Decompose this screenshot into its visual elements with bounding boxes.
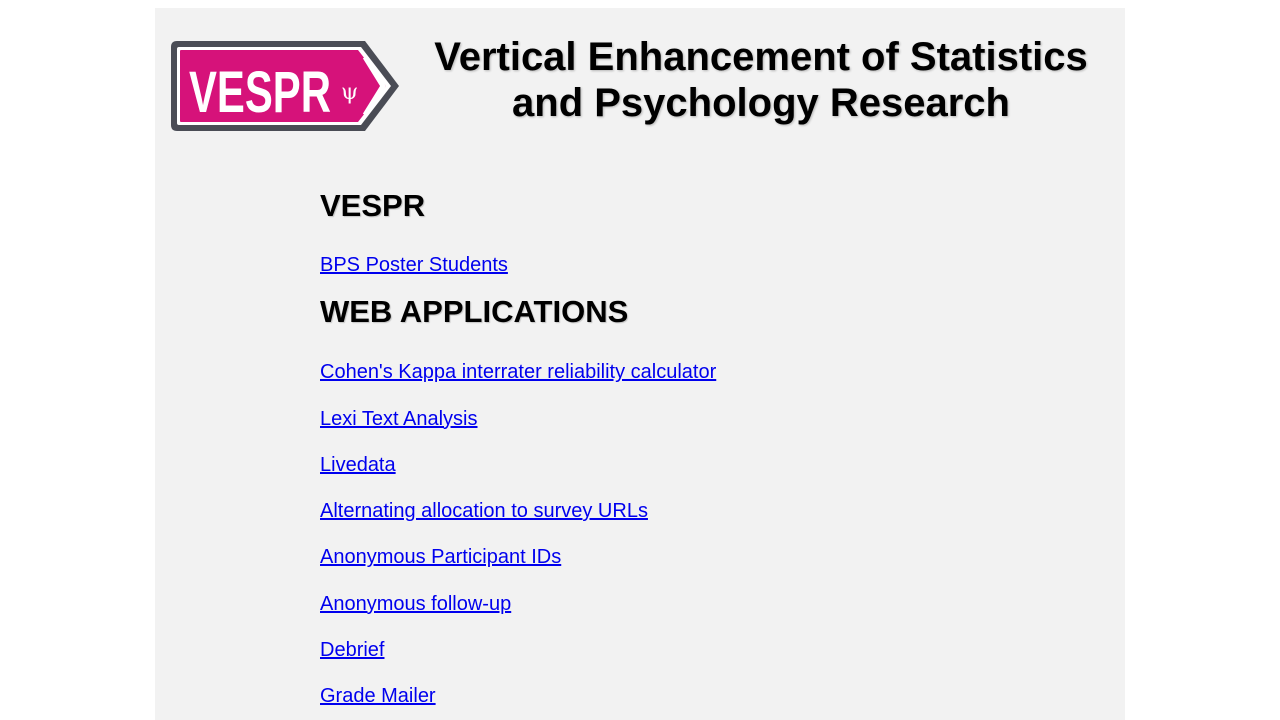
link-livedata[interactable]: Livedata	[320, 454, 396, 476]
list-item: Alternating allocation to survey URLs	[320, 498, 1080, 544]
list-item: Grade Mailer	[320, 683, 1080, 720]
vespr-logo[interactable]: VESPR ψ	[169, 39, 401, 133]
list-item: Lexi Text Analysis	[320, 406, 1080, 452]
section-heading-web-applications: WEB APPLICATIONS	[320, 294, 629, 330]
list-item: Debrief	[320, 637, 1080, 683]
link-anonymous-follow-up[interactable]: Anonymous follow-up	[320, 593, 511, 615]
section-heading-vespr: VESPR	[320, 188, 426, 223]
main-content: VESPR BPS Poster Students WEB APPLICATIO…	[320, 186, 1080, 720]
link-anonymous-participant-ids[interactable]: Anonymous Participant IDs	[320, 546, 561, 568]
link-bps-poster-students[interactable]: BPS Poster Students	[320, 254, 508, 276]
link-debrief[interactable]: Debrief	[320, 639, 384, 661]
web-applications-link-list: Cohen's Kappa interrater reliability cal…	[320, 359, 1080, 720]
link-cohens-kappa-calculator[interactable]: Cohen's Kappa interrater reliability cal…	[320, 361, 716, 383]
site-title: Vertical Enhancement of Statistics and P…	[434, 35, 1088, 125]
psi-symbol-icon: ψ	[341, 80, 358, 105]
list-item: Anonymous follow-up	[320, 591, 1080, 637]
list-item: Anonymous Participant IDs	[320, 544, 1080, 590]
list-item: Cohen's Kappa interrater reliability cal…	[320, 359, 1080, 405]
list-item: Livedata	[320, 452, 1080, 498]
link-lexi-text-analysis[interactable]: Lexi Text Analysis	[320, 408, 478, 430]
link-alternating-allocation[interactable]: Alternating allocation to survey URLs	[320, 500, 648, 522]
link-grade-mailer[interactable]: Grade Mailer	[320, 685, 436, 707]
page-container: VESPR ψ Vertical Enhancement of Statisti…	[155, 8, 1125, 720]
logo-text: VESPR	[189, 60, 331, 125]
